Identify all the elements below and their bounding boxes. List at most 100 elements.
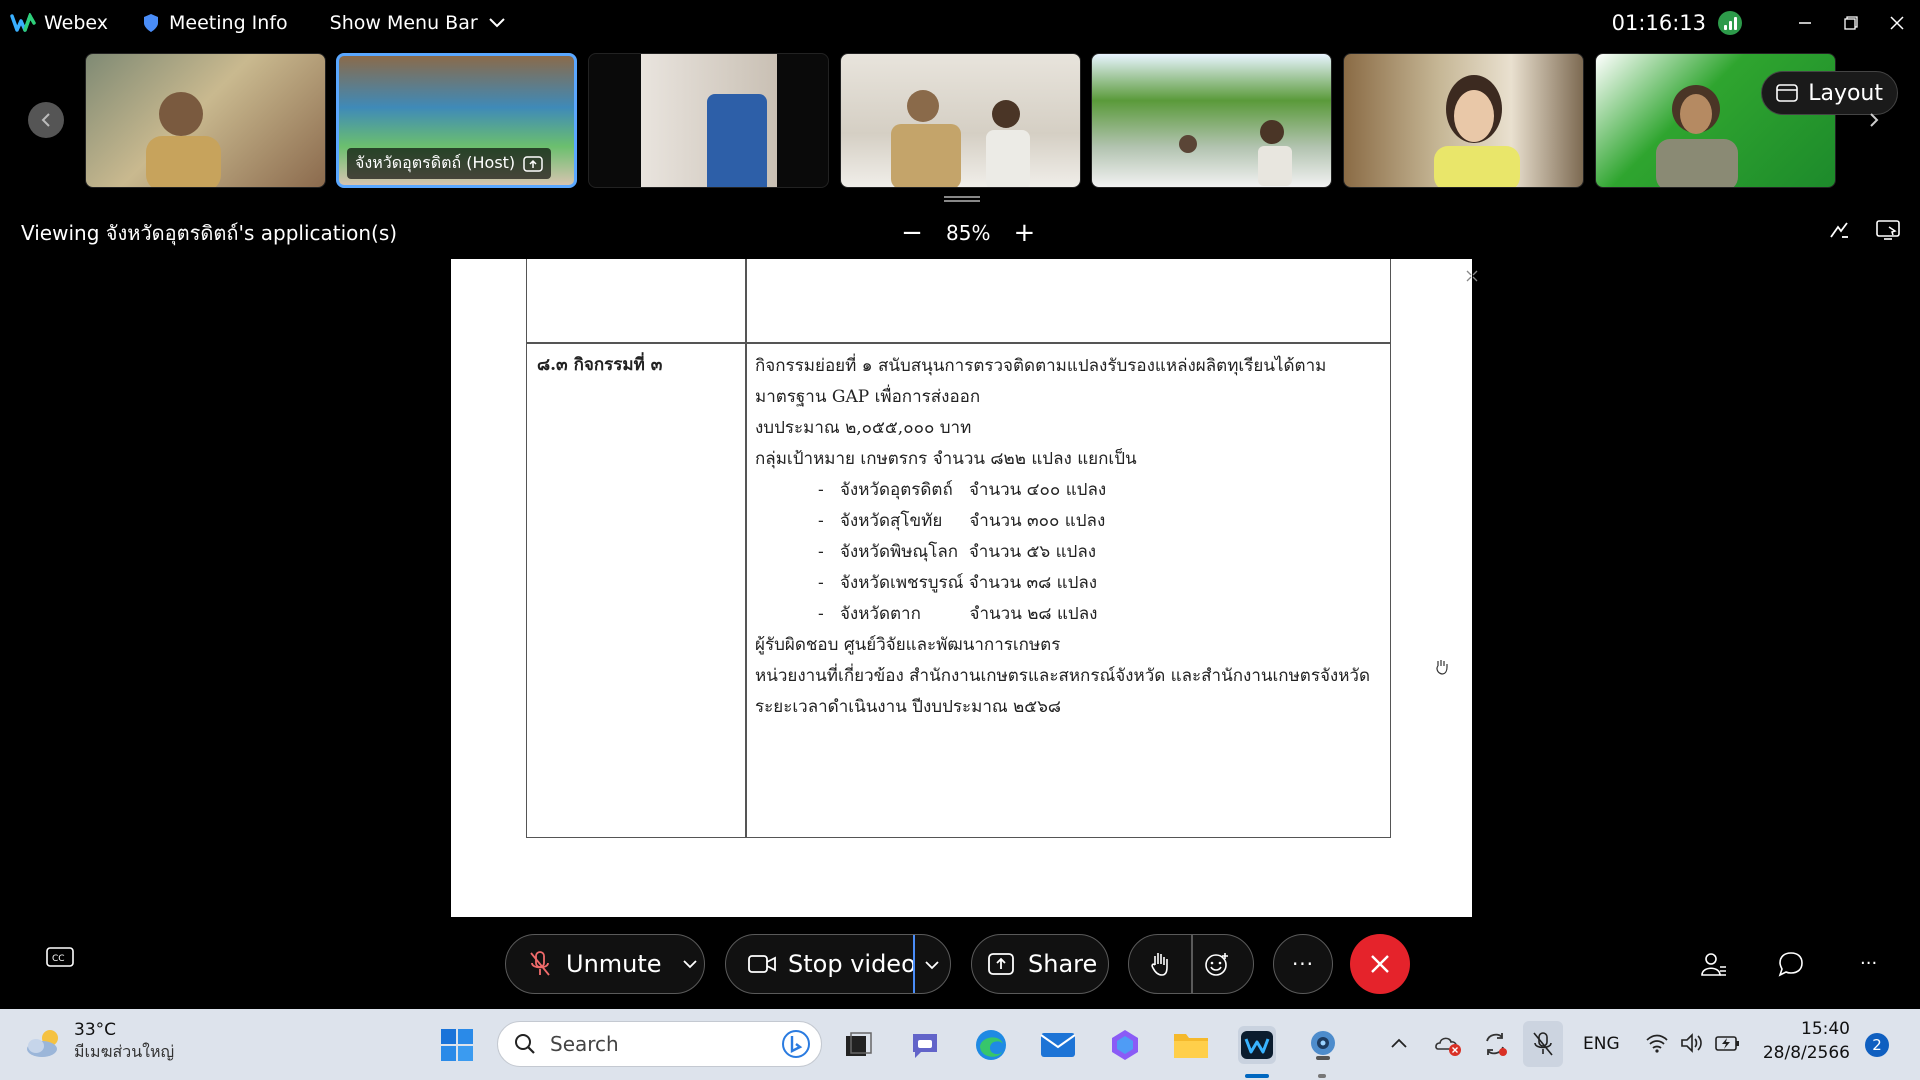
task-view-button[interactable] <box>839 1026 877 1064</box>
chevron-left-icon <box>41 113 50 127</box>
shield-icon <box>144 14 159 32</box>
chat-app-icon <box>913 1034 937 1058</box>
input-language[interactable]: ENG <box>1583 1034 1620 1054</box>
strip-next-button[interactable] <box>1856 102 1892 138</box>
sharing-icon <box>523 155 543 172</box>
participant-person-icon <box>1179 120 1292 186</box>
detail-line: มาตรฐาน GAP เพื่อการส่งออก <box>755 387 981 407</box>
show-menu-bar-button[interactable]: Show Menu Bar <box>330 12 506 34</box>
zoom-controls: − 85% + <box>900 215 1036 251</box>
participant-video-4[interactable] <box>840 53 1081 188</box>
host-label: จังหวัดอุตรดิตถ์ (Host) <box>347 148 552 179</box>
minimize-icon <box>1799 22 1811 24</box>
weather-description: มีเมฆส่วนใหญ่ <box>74 1042 175 1061</box>
webex-app[interactable] <box>1238 1026 1276 1064</box>
windows-logo-icon <box>441 1029 473 1061</box>
camera-app[interactable] <box>1304 1026 1342 1064</box>
province-item: - จังหวัดตาก จำนวน ๒๘ แปลง <box>818 604 1098 624</box>
annotate-icon[interactable] <box>1828 219 1850 241</box>
file-explorer-app[interactable] <box>1172 1026 1210 1064</box>
microphone-off-icon <box>1533 1032 1553 1056</box>
mic-muted-indicator[interactable] <box>1523 1021 1563 1067</box>
participant-video-5[interactable] <box>1091 53 1332 188</box>
chat-icon[interactable] <box>1778 951 1804 977</box>
mail-icon <box>1040 1033 1076 1057</box>
participant-person-icon <box>146 92 221 187</box>
sync-icon[interactable] <box>1482 1031 1508 1057</box>
taskbar-search-box[interactable]: Search <box>497 1021 822 1067</box>
chevron-down-icon[interactable] <box>682 959 698 969</box>
zoom-in-button[interactable]: + <box>1012 218 1036 248</box>
participant-video-6[interactable] <box>1343 53 1584 188</box>
show-menu-bar-label: Show Menu Bar <box>329 12 478 34</box>
mail-app[interactable] <box>1039 1026 1077 1064</box>
reactions-emoji-icon[interactable] <box>1203 951 1231 977</box>
edge-browser-icon <box>976 1030 1006 1060</box>
province-item: - จังหวัดสุโขทัย จำนวน ๓๐๐ แปลง <box>818 511 1106 531</box>
title-bar: Webex Meeting Info Show Menu Bar 01:16:1… <box>0 0 1920 46</box>
share-button[interactable]: Share <box>971 934 1109 994</box>
onedrive-error-icon[interactable] <box>1434 1031 1462 1057</box>
more-options-button[interactable]: ··· <box>1273 934 1333 994</box>
taskbar-clock[interactable]: 15:40 28/8/2566 <box>1762 1019 1850 1063</box>
chevron-down-icon[interactable] <box>924 960 940 970</box>
participants-icon[interactable] <box>1700 951 1726 977</box>
participant-video-3[interactable] <box>588 53 829 188</box>
raise-hand-icon[interactable] <box>1149 951 1171 977</box>
share-label: Share <box>1028 950 1098 978</box>
start-button[interactable] <box>438 1026 476 1064</box>
stop-video-button[interactable]: Stop video <box>725 934 951 994</box>
chevron-up-icon[interactable] <box>1390 1037 1408 1049</box>
activity-heading: ๘.๓ กิจกรรมที่ ๓ <box>537 355 663 375</box>
stop-video-label: Stop video <box>788 950 916 978</box>
unmute-button[interactable]: Unmute <box>505 934 705 994</box>
leave-meeting-button[interactable] <box>1350 934 1410 994</box>
connection-signal-icon[interactable] <box>1718 11 1742 35</box>
reactions-group <box>1128 934 1254 994</box>
province-item: - จังหวัดพิษณุโลก จำนวน ๕๖ แปลง <box>818 542 1097 562</box>
remote-control-icon[interactable] <box>1876 219 1900 241</box>
folder-icon <box>1174 1034 1208 1058</box>
close-icon <box>1371 955 1389 973</box>
remote-cursor-icon <box>1436 660 1448 675</box>
minimize-button[interactable] <box>1782 0 1828 46</box>
restore-icon <box>1844 16 1858 30</box>
chevron-down-icon <box>488 18 505 28</box>
meeting-controls: CC Unmute Stop video Share ··· ··· <box>0 917 1920 1009</box>
participant-video-1[interactable] <box>85 53 326 188</box>
host-name: จังหวัดอุตรดิตถ์ (Host) <box>355 153 516 172</box>
shared-document[interactable]: ๘.๓ กิจกรรมที่ ๓ กิจกรรมย่อยที่ ๑ สนับสน… <box>451 259 1478 917</box>
wifi-icon[interactable] <box>1645 1033 1669 1053</box>
shared-content-area[interactable]: ๘.๓ กิจกรรมที่ ๓ กิจกรรมย่อยที่ ๑ สนับสน… <box>0 258 1920 917</box>
search-icon <box>515 1034 535 1054</box>
volume-icon[interactable] <box>1680 1033 1704 1053</box>
taskbar-time: 15:40 <box>1801 1019 1850 1039</box>
zoom-out-button[interactable]: − <box>900 218 924 248</box>
teams-chat-app[interactable] <box>906 1026 944 1064</box>
strip-resize-handle[interactable] <box>944 196 980 202</box>
detail-line: หน่วยงานที่เกี่ยวข้อง สำนักงานเกษตรและสห… <box>755 666 1371 686</box>
close-window-button[interactable] <box>1874 0 1920 46</box>
zoom-level: 85% <box>946 221 991 245</box>
detail-line: กิจกรรมย่อยที่ ๑ สนับสนุนการตรวจติดตามแป… <box>755 356 1327 376</box>
participant-person-icon <box>1434 75 1520 187</box>
restore-button[interactable] <box>1828 0 1874 46</box>
svg-text:CC: CC <box>52 954 65 964</box>
battery-charging-icon[interactable] <box>1715 1033 1741 1053</box>
bing-icon[interactable] <box>781 1029 811 1059</box>
province-item: - จังหวัดอุตรดิตถ์ จำนวน ๔๐๐ แปลง <box>818 480 1107 500</box>
participant-video-host[interactable]: จังหวัดอุตรดิตถ์ (Host) <box>336 53 577 188</box>
notification-badge[interactable]: 2 <box>1865 1033 1889 1057</box>
activity-details: กิจกรรมย่อยที่ ๑ สนับสนุนการตรวจติดตามแป… <box>755 351 1380 723</box>
weather-widget[interactable]: 33°C มีเมฆส่วนใหญ่ <box>24 1020 174 1065</box>
meeting-info-button[interactable]: Meeting Info <box>143 12 288 34</box>
app-name: Webex <box>44 12 109 34</box>
detail-line: ระยะเวลาดำเนินงาน ปีงบประมาณ ๒๕๖๘ <box>755 697 1062 717</box>
participant-video-strip: จังหวัดอุตรดิตถ์ (Host) Layout <box>0 46 1920 202</box>
edge-browser-app[interactable] <box>972 1026 1010 1064</box>
closed-captions-icon[interactable]: CC <box>46 947 74 969</box>
copilot-app[interactable] <box>1106 1026 1144 1064</box>
more-panels-button[interactable]: ··· <box>1860 953 1877 974</box>
strip-prev-button[interactable] <box>28 102 64 138</box>
video-camera-icon <box>748 955 776 973</box>
